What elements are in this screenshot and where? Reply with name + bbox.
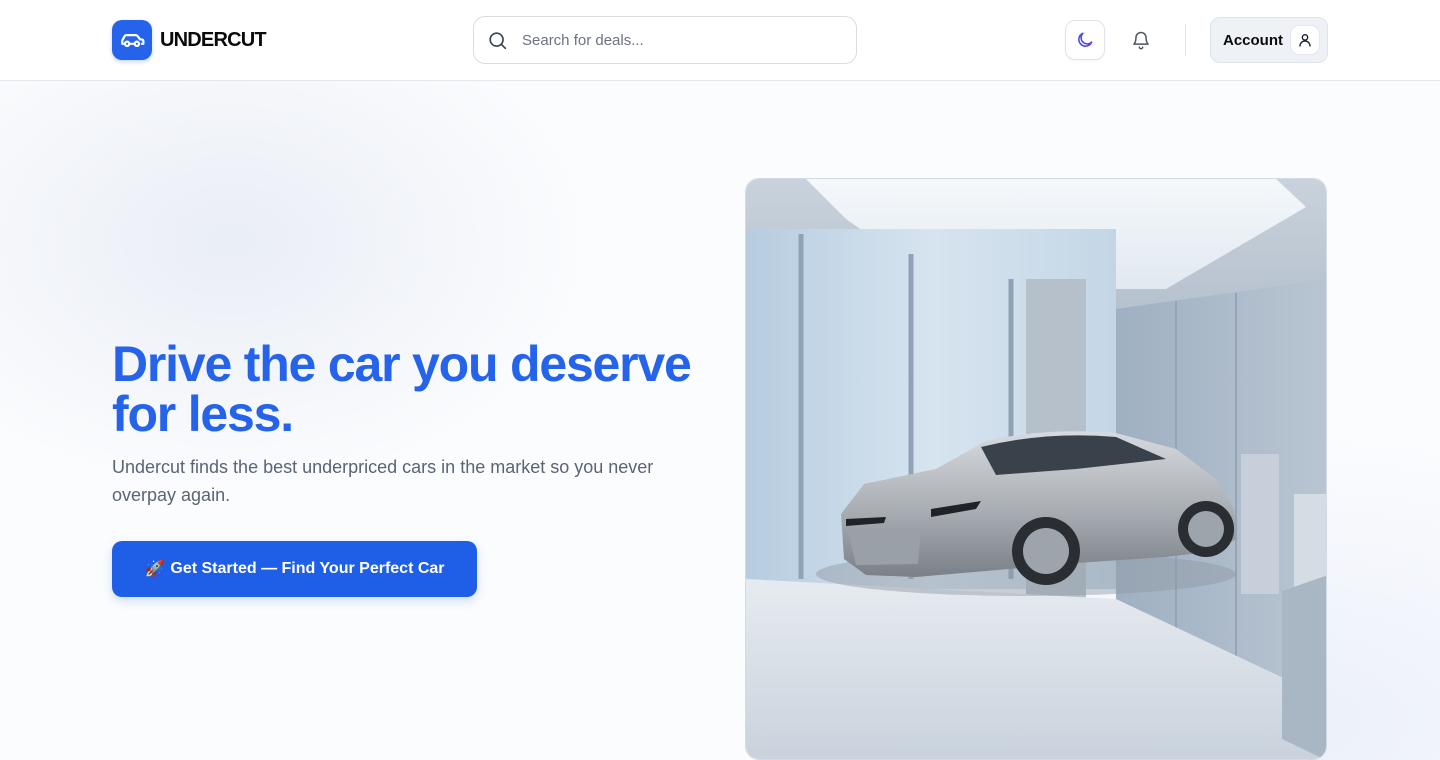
get-started-button[interactable]: 🚀 Get Started — Find Your Perfect Car [112,541,477,597]
search-bar[interactable] [473,16,857,64]
hero-subtitle: Undercut finds the best underpriced cars… [112,457,654,505]
notifications-button[interactable] [1121,20,1161,60]
brand-logo[interactable]: UNDERCUT [112,20,267,60]
moon-icon [1078,32,1093,47]
hero-title: Drive the car you deserve for less. [112,336,692,442]
rocket-icon: 🚀 [144,561,165,578]
account-label: Account [1223,31,1283,49]
header-divider [1185,24,1186,56]
brand-name: UNDERCUT [160,28,267,51]
bell-icon [1133,31,1149,50]
top-navbar: UNDERCUT Account [0,0,1440,81]
car-icon [112,20,152,60]
hero-section: Drive the car you deserve for less. Unde… [0,81,1440,760]
theme-toggle-button[interactable] [1065,20,1105,60]
search-input[interactable] [522,17,842,63]
cta-label: Get Started — Find Your Perfect Car [170,560,445,577]
user-icon [1290,25,1320,55]
search-icon [489,32,507,50]
account-button[interactable]: Account [1210,17,1328,63]
hero-car-image [745,178,1327,760]
